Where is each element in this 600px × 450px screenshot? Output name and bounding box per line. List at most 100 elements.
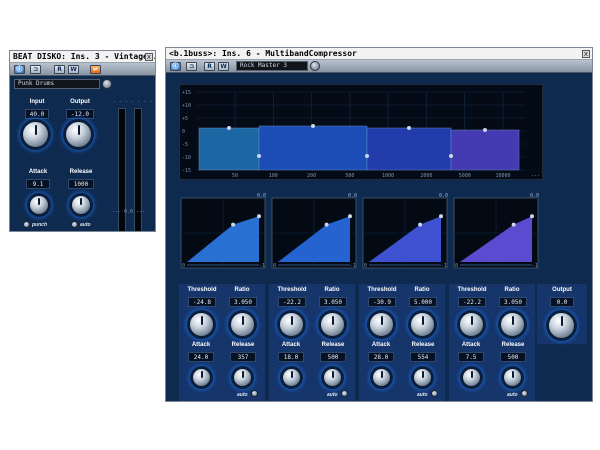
vintage-extra-button[interactable]: ⇌ xyxy=(90,65,101,74)
output-value[interactable]: 0.0 xyxy=(550,297,574,307)
graph-band-region[interactable] xyxy=(366,127,452,171)
multiband-write-button[interactable]: W xyxy=(218,62,229,71)
vintage-titlebar[interactable]: BEAT DISKO: Ins. 3 - Vintage... x xyxy=(10,51,155,63)
curve-scale-left: 0 xyxy=(273,263,276,269)
vintage-read-button[interactable]: R xyxy=(54,65,65,74)
vintage-auto-toggle[interactable] xyxy=(71,221,78,228)
threshold-value[interactable]: -22.2 xyxy=(458,297,486,307)
release-value[interactable]: 500 xyxy=(320,352,346,362)
curve-knee-handle[interactable] xyxy=(324,222,329,227)
auto-toggle[interactable] xyxy=(431,390,438,397)
band-gain-handle[interactable] xyxy=(407,126,411,130)
vintage-compressor-window: BEAT DISKO: Ins. 3 - Vintage... x ⓘ ⊐ R … xyxy=(9,50,156,232)
ratio-value[interactable]: 3.050 xyxy=(319,297,347,307)
auto-toggle[interactable] xyxy=(341,390,348,397)
vintage-power-button[interactable]: ⓘ xyxy=(14,65,25,74)
release-knob[interactable] xyxy=(413,368,432,387)
band-gain-handle[interactable] xyxy=(483,128,487,132)
multiband-titlebar[interactable]: <b.1buss>: Ins. 6 - MultibandCompressor … xyxy=(166,48,592,60)
threshold-label: Threshold xyxy=(367,287,397,293)
threshold-value[interactable]: -30.9 xyxy=(368,297,396,307)
band-split-handle[interactable] xyxy=(257,154,261,158)
attack-value[interactable]: 24.0 xyxy=(188,352,214,362)
attack-value[interactable]: 18.0 xyxy=(278,352,304,362)
ratio-value[interactable]: 5.000 xyxy=(409,297,437,307)
ratio-knob[interactable] xyxy=(410,312,435,337)
vintage-close-button[interactable]: x xyxy=(145,53,153,61)
band-gain-handle[interactable] xyxy=(227,126,231,130)
vintage-input-knob[interactable] xyxy=(22,121,49,148)
vintage-output-knob[interactable] xyxy=(65,121,92,148)
multiband-preset-field[interactable]: Rock Master 3 xyxy=(236,61,308,71)
curve-knee-handle[interactable] xyxy=(418,222,423,227)
graph-band-region[interactable] xyxy=(450,129,520,171)
vintage-bypass-button[interactable]: ⊐ xyxy=(30,65,41,74)
release-value[interactable]: 500 xyxy=(500,352,526,362)
vintage-attack-knob[interactable] xyxy=(29,195,49,215)
multiband-read-button[interactable]: R xyxy=(204,62,215,71)
output-knob[interactable] xyxy=(548,312,575,339)
threshold-value[interactable]: -22.2 xyxy=(278,297,306,307)
vintage-input-value[interactable]: 40.0 xyxy=(25,109,49,119)
band-split-handle[interactable] xyxy=(365,154,369,158)
band-split-handle[interactable] xyxy=(449,154,453,158)
vintage-output-label: Output xyxy=(70,99,90,105)
ratio-value[interactable]: 3.050 xyxy=(499,297,527,307)
vintage-release-knob[interactable] xyxy=(71,195,91,215)
release-label: Release xyxy=(321,342,345,348)
band-gain-handle[interactable] xyxy=(311,124,315,128)
output-panel: Output 0.0 xyxy=(537,284,587,344)
ratio-knob[interactable] xyxy=(320,312,345,337)
multiband-window-title: <b.1buss>: Ins. 6 - MultibandCompressor xyxy=(169,49,357,58)
curve-scale-right: -1 xyxy=(441,263,447,269)
knob-indicator xyxy=(560,316,563,326)
curve-knee-handle[interactable] xyxy=(231,222,236,227)
threshold-value[interactable]: -24.8 xyxy=(188,297,216,307)
release-knob[interactable] xyxy=(233,368,252,387)
threshold-knob[interactable] xyxy=(189,312,214,337)
threshold-knob[interactable] xyxy=(369,312,394,337)
attack-knob[interactable] xyxy=(282,368,301,387)
curve-end-handle[interactable] xyxy=(348,214,352,219)
release-knob[interactable] xyxy=(503,368,522,387)
auto-toggle[interactable] xyxy=(251,390,258,397)
auto-toggle[interactable] xyxy=(521,390,528,397)
ratio-knob[interactable] xyxy=(230,312,255,337)
release-value[interactable]: 554 xyxy=(410,352,436,362)
multiband-preset-menu-icon[interactable] xyxy=(310,61,320,71)
auto-label: auto xyxy=(237,392,248,398)
graph-band-region[interactable] xyxy=(198,127,260,171)
curve-value: 0.0 xyxy=(439,193,448,199)
release-knob[interactable] xyxy=(323,368,342,387)
attack-value[interactable]: 7.5 xyxy=(458,352,484,362)
attack-knob[interactable] xyxy=(192,368,211,387)
attack-value[interactable]: 28.0 xyxy=(368,352,394,362)
threshold-knob[interactable] xyxy=(459,312,484,337)
ratio-knob[interactable] xyxy=(500,312,525,337)
vintage-write-button[interactable]: W xyxy=(68,65,79,74)
vintage-output-value[interactable]: -12.0 xyxy=(66,109,94,119)
curve-end-handle[interactable] xyxy=(439,214,443,219)
knob-indicator xyxy=(331,371,334,378)
vintage-punch-toggle[interactable] xyxy=(23,221,30,228)
curve-end-handle[interactable] xyxy=(257,214,261,219)
multiband-bypass-button[interactable]: ⊐ xyxy=(186,62,197,71)
vintage-preset-field[interactable]: Punk Drums xyxy=(14,79,100,89)
threshold-knob[interactable] xyxy=(279,312,304,337)
multiband-power-button[interactable]: ⓘ xyxy=(170,62,181,71)
release-value[interactable]: 357 xyxy=(230,352,256,362)
vintage-release-value[interactable]: 1000 xyxy=(68,179,94,189)
curve-end-handle[interactable] xyxy=(530,214,534,219)
graph-band-region[interactable] xyxy=(258,125,368,171)
vintage-attack-value[interactable]: 9.1 xyxy=(26,179,50,189)
curve-knee-handle[interactable] xyxy=(511,222,516,227)
graph-y-tick: +10 xyxy=(182,103,191,109)
vintage-preset-menu-icon[interactable] xyxy=(102,79,112,89)
graph-y-tick: -15 xyxy=(182,168,191,174)
attack-knob[interactable] xyxy=(462,368,481,387)
attack-knob[interactable] xyxy=(372,368,391,387)
multiband-close-button[interactable]: x xyxy=(582,50,590,58)
release-label: Release xyxy=(411,342,435,348)
frequency-band-graph[interactable]: +15 +10 +5 0 -5 -10 -15 50 100 200 500 1000 2000 5000… xyxy=(179,84,543,180)
ratio-value[interactable]: 3.050 xyxy=(229,297,257,307)
